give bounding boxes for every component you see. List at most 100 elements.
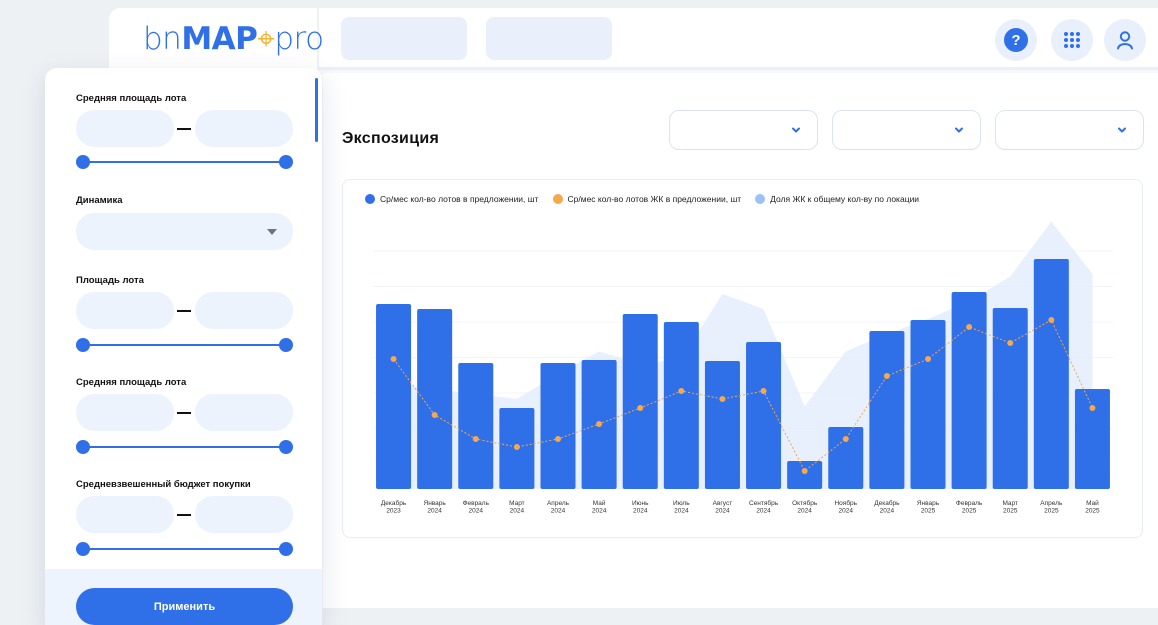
avg-area-slider-max-handle[interactable] [279, 155, 293, 169]
x-tick-label: Декабрь 2023 [381, 499, 407, 515]
filter-select-2[interactable] [832, 110, 981, 150]
apply-button[interactable]: Применить [76, 588, 293, 625]
chevron-down-icon [955, 127, 963, 133]
line-point-complex-lots[interactable] [555, 436, 561, 442]
bar-lots[interactable] [1074, 389, 1110, 489]
main-content: Экспозиция Ср/мес кол-во лотов в предлож… [323, 73, 1158, 608]
budget-slider-track [83, 548, 286, 550]
area-series-share [393, 221, 1093, 489]
lot-area-to-input[interactable] [195, 292, 293, 329]
budget-to-input[interactable] [195, 496, 293, 533]
filter-label-lot-area: Площадь лота [76, 275, 144, 286]
logo-suffix: pro [274, 21, 324, 57]
budget-slider-max-handle[interactable] [279, 542, 293, 556]
bar-lots[interactable] [376, 304, 412, 489]
avg-area-from-input[interactable] [76, 110, 174, 147]
chart-plot: Декабрь 2023 Январь 2024 Февраль 2024 Март 2024… [373, 221, 1113, 515]
avg-area-2-slider-min-handle[interactable] [76, 440, 90, 454]
line-point-complex-lots[interactable] [596, 421, 603, 427]
top-nav-pill-2[interactable] [486, 17, 612, 60]
line-point-complex-lots[interactable] [925, 356, 931, 362]
filter-label-avg-area: Средняя площадь лота [76, 93, 187, 104]
bar-lots[interactable] [458, 363, 494, 489]
scrollbar[interactable] [315, 78, 318, 142]
x-tick-label: Май 2024 [592, 499, 607, 515]
x-tick-label: Март 2025 [1002, 500, 1018, 515]
lot-area-slider-min-handle[interactable] [76, 338, 90, 352]
x-tick-label: Июль 2024 [673, 500, 690, 515]
help-button[interactable]: ? [995, 19, 1037, 61]
bar-lots[interactable] [1033, 259, 1069, 489]
logo[interactable]: bnMAP⌖pro [143, 21, 324, 57]
avg-area-2-slider-max-handle[interactable] [279, 440, 293, 454]
line-point-complex-lots[interactable] [842, 436, 849, 442]
x-tick-label: Июнь 2024 [632, 500, 649, 515]
lot-area-from-input[interactable] [76, 292, 174, 329]
bar-lots[interactable] [869, 331, 905, 489]
x-tick-label: Февраль 2025 [956, 500, 983, 515]
x-tick-label: Ноябрь 2024 [834, 499, 857, 515]
bar-lots[interactable] [663, 322, 699, 489]
x-tick-label: Май 2025 [1085, 499, 1100, 515]
range-dash [177, 310, 191, 312]
avg-area-2-slider-track [83, 446, 286, 448]
line-point-complex-lots[interactable] [883, 373, 890, 379]
line-point-complex-lots[interactable] [966, 324, 973, 330]
logo-area: bnMAP⌖pro [109, 8, 324, 70]
filter-panel: Средняя площадь лота Динамика Площадь ло… [45, 68, 322, 625]
lot-area-slider-track [83, 344, 286, 346]
panel-footer: Применить [45, 569, 322, 625]
pin-icon: ⌖ [257, 21, 275, 57]
range-dash [177, 128, 191, 130]
bar-lots[interactable] [910, 320, 946, 489]
chevron-down-icon [792, 127, 800, 133]
x-tick-label: Декабрь 2024 [874, 499, 900, 515]
avg-area-2-to-input[interactable] [195, 394, 293, 431]
x-tick-label: Январь 2025 [917, 500, 940, 515]
lot-area-slider-max-handle[interactable] [279, 338, 293, 352]
avg-area-2-from-input[interactable] [76, 394, 174, 431]
line-point-complex-lots[interactable] [678, 388, 685, 394]
apps-button[interactable] [1051, 19, 1093, 61]
line-point-complex-lots[interactable] [637, 405, 644, 411]
line-point-complex-lots[interactable] [431, 412, 438, 418]
line-point-complex-lots[interactable] [513, 444, 520, 450]
bar-lots[interactable] [951, 292, 987, 489]
logo-main: MAP [181, 21, 258, 57]
profile-button[interactable] [1104, 19, 1146, 61]
line-point-complex-lots[interactable] [1007, 340, 1014, 346]
line-point-complex-lots[interactable] [760, 388, 767, 394]
bar-lots[interactable] [622, 314, 658, 489]
filter-label-avg-area-2: Средняя площадь лота [76, 377, 187, 388]
top-bar: bnMAP⌖pro ? [109, 8, 1158, 70]
chevron-down-icon [1118, 127, 1126, 133]
help-icon: ? [1004, 28, 1028, 52]
bar-lots[interactable] [540, 363, 576, 489]
bar-lots[interactable] [787, 461, 823, 489]
page-title: Экспозиция [342, 130, 440, 147]
x-tick-label: Март 2024 [509, 500, 525, 515]
bar-lots[interactable] [704, 361, 740, 489]
avg-area-to-input[interactable] [195, 110, 293, 147]
line-point-complex-lots[interactable] [390, 356, 397, 362]
filter-select-1[interactable] [669, 110, 818, 150]
line-point-complex-lots[interactable] [1048, 317, 1055, 323]
line-point-complex-lots[interactable] [1089, 405, 1096, 411]
caret-down-icon [267, 229, 277, 235]
budget-from-input[interactable] [76, 496, 174, 533]
logo-prefix: bn [143, 21, 182, 57]
dynamics-dropdown[interactable] [76, 213, 293, 250]
budget-slider-min-handle[interactable] [76, 542, 90, 556]
bar-lots[interactable] [992, 308, 1028, 489]
x-tick-label: Апрель 2024 [547, 500, 570, 515]
top-nav-pill-1[interactable] [341, 17, 467, 60]
x-tick-label: Октябрь 2024 [792, 499, 818, 515]
line-point-complex-lots[interactable] [719, 396, 726, 402]
line-point-complex-lots[interactable] [801, 468, 808, 474]
x-tick-label: Август 2024 [713, 500, 733, 515]
filter-select-3[interactable] [995, 110, 1144, 150]
avg-area-slider-min-handle[interactable] [76, 155, 90, 169]
filter-label-dynamics: Динамика [76, 195, 123, 206]
line-point-complex-lots[interactable] [472, 436, 479, 442]
chart-card: Ср/мес кол-во лотов в предложении, шт Ср… [342, 179, 1143, 538]
